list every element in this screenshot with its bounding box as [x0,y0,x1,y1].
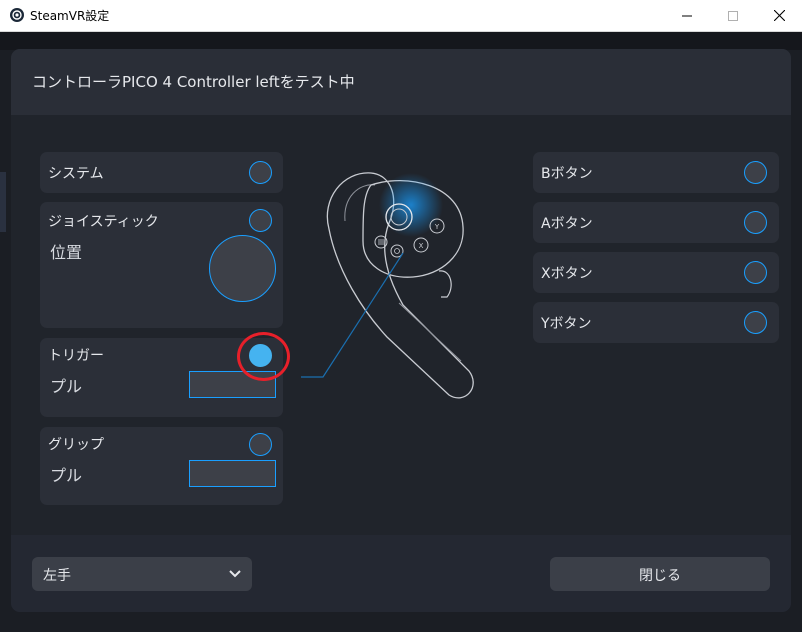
grip-pull-label: プル [50,466,83,485]
highlight-ring [237,332,290,381]
window-title: SteamVR設定 [30,9,110,23]
grip-label: グリップ [48,437,104,453]
grip-pull-bar [189,460,276,487]
button-y-indicator [744,311,767,334]
close-icon [773,10,785,21]
controller-test-dialog: コントローラPICO 4 Controller leftをテスト中 システム ジ… [11,49,791,612]
button-a-label: Aボタン [541,216,593,232]
button-b-panel: Bボタン [533,152,779,193]
button-x-indicator [744,261,767,284]
minimize-button[interactable] [664,0,710,31]
close-window-button[interactable] [756,0,802,31]
grip-indicator [249,433,272,456]
button-a-panel: Aボタン [533,202,779,243]
joystick-panel: ジョイスティック 位置 [40,202,283,328]
backdrop-sidebar-edge [0,172,6,232]
close-button-label: 閉じる [639,568,681,584]
button-x-panel: Xボタン [533,252,779,293]
maximize-button[interactable] [710,0,756,31]
hand-select[interactable]: 左手 [32,557,252,591]
button-b-indicator [744,161,767,184]
svg-text:X: X [419,242,424,250]
dialog-header: コントローラPICO 4 Controller leftをテスト中 [11,49,791,115]
grip-panel: グリップ プル [40,427,283,505]
button-y-label: Yボタン [541,316,592,332]
system-indicator [249,161,272,184]
hand-select-value: 左手 [43,568,71,584]
joystick-position-label: 位置 [50,243,83,262]
button-x-label: Xボタン [541,266,593,282]
close-button[interactable]: 閉じる [550,557,770,591]
system-label: システム [48,166,104,182]
button-a-indicator [744,211,767,234]
maximize-icon [728,10,738,21]
steamvr-settings-icon [10,8,24,22]
window-titlebar: SteamVR設定 [0,0,802,32]
minimize-icon [682,15,692,16]
joystick-label: ジョイスティック [48,214,159,230]
backdrop-strip [0,32,802,50]
trigger-pull-label: プル [50,377,83,396]
joystick-position-indicator [209,235,276,302]
system-panel: システム [40,152,283,193]
button-y-panel: Yボタン [533,302,779,343]
svg-text:Y: Y [434,223,440,231]
trigger-label: トリガー [48,348,104,364]
joystick-click-indicator [249,209,272,232]
chevron-down-icon [229,570,241,578]
button-b-label: Bボタン [541,166,593,182]
dialog-title: コントローラPICO 4 Controller leftをテスト中 [32,73,355,91]
controller-illustration: Y X [301,172,474,399]
